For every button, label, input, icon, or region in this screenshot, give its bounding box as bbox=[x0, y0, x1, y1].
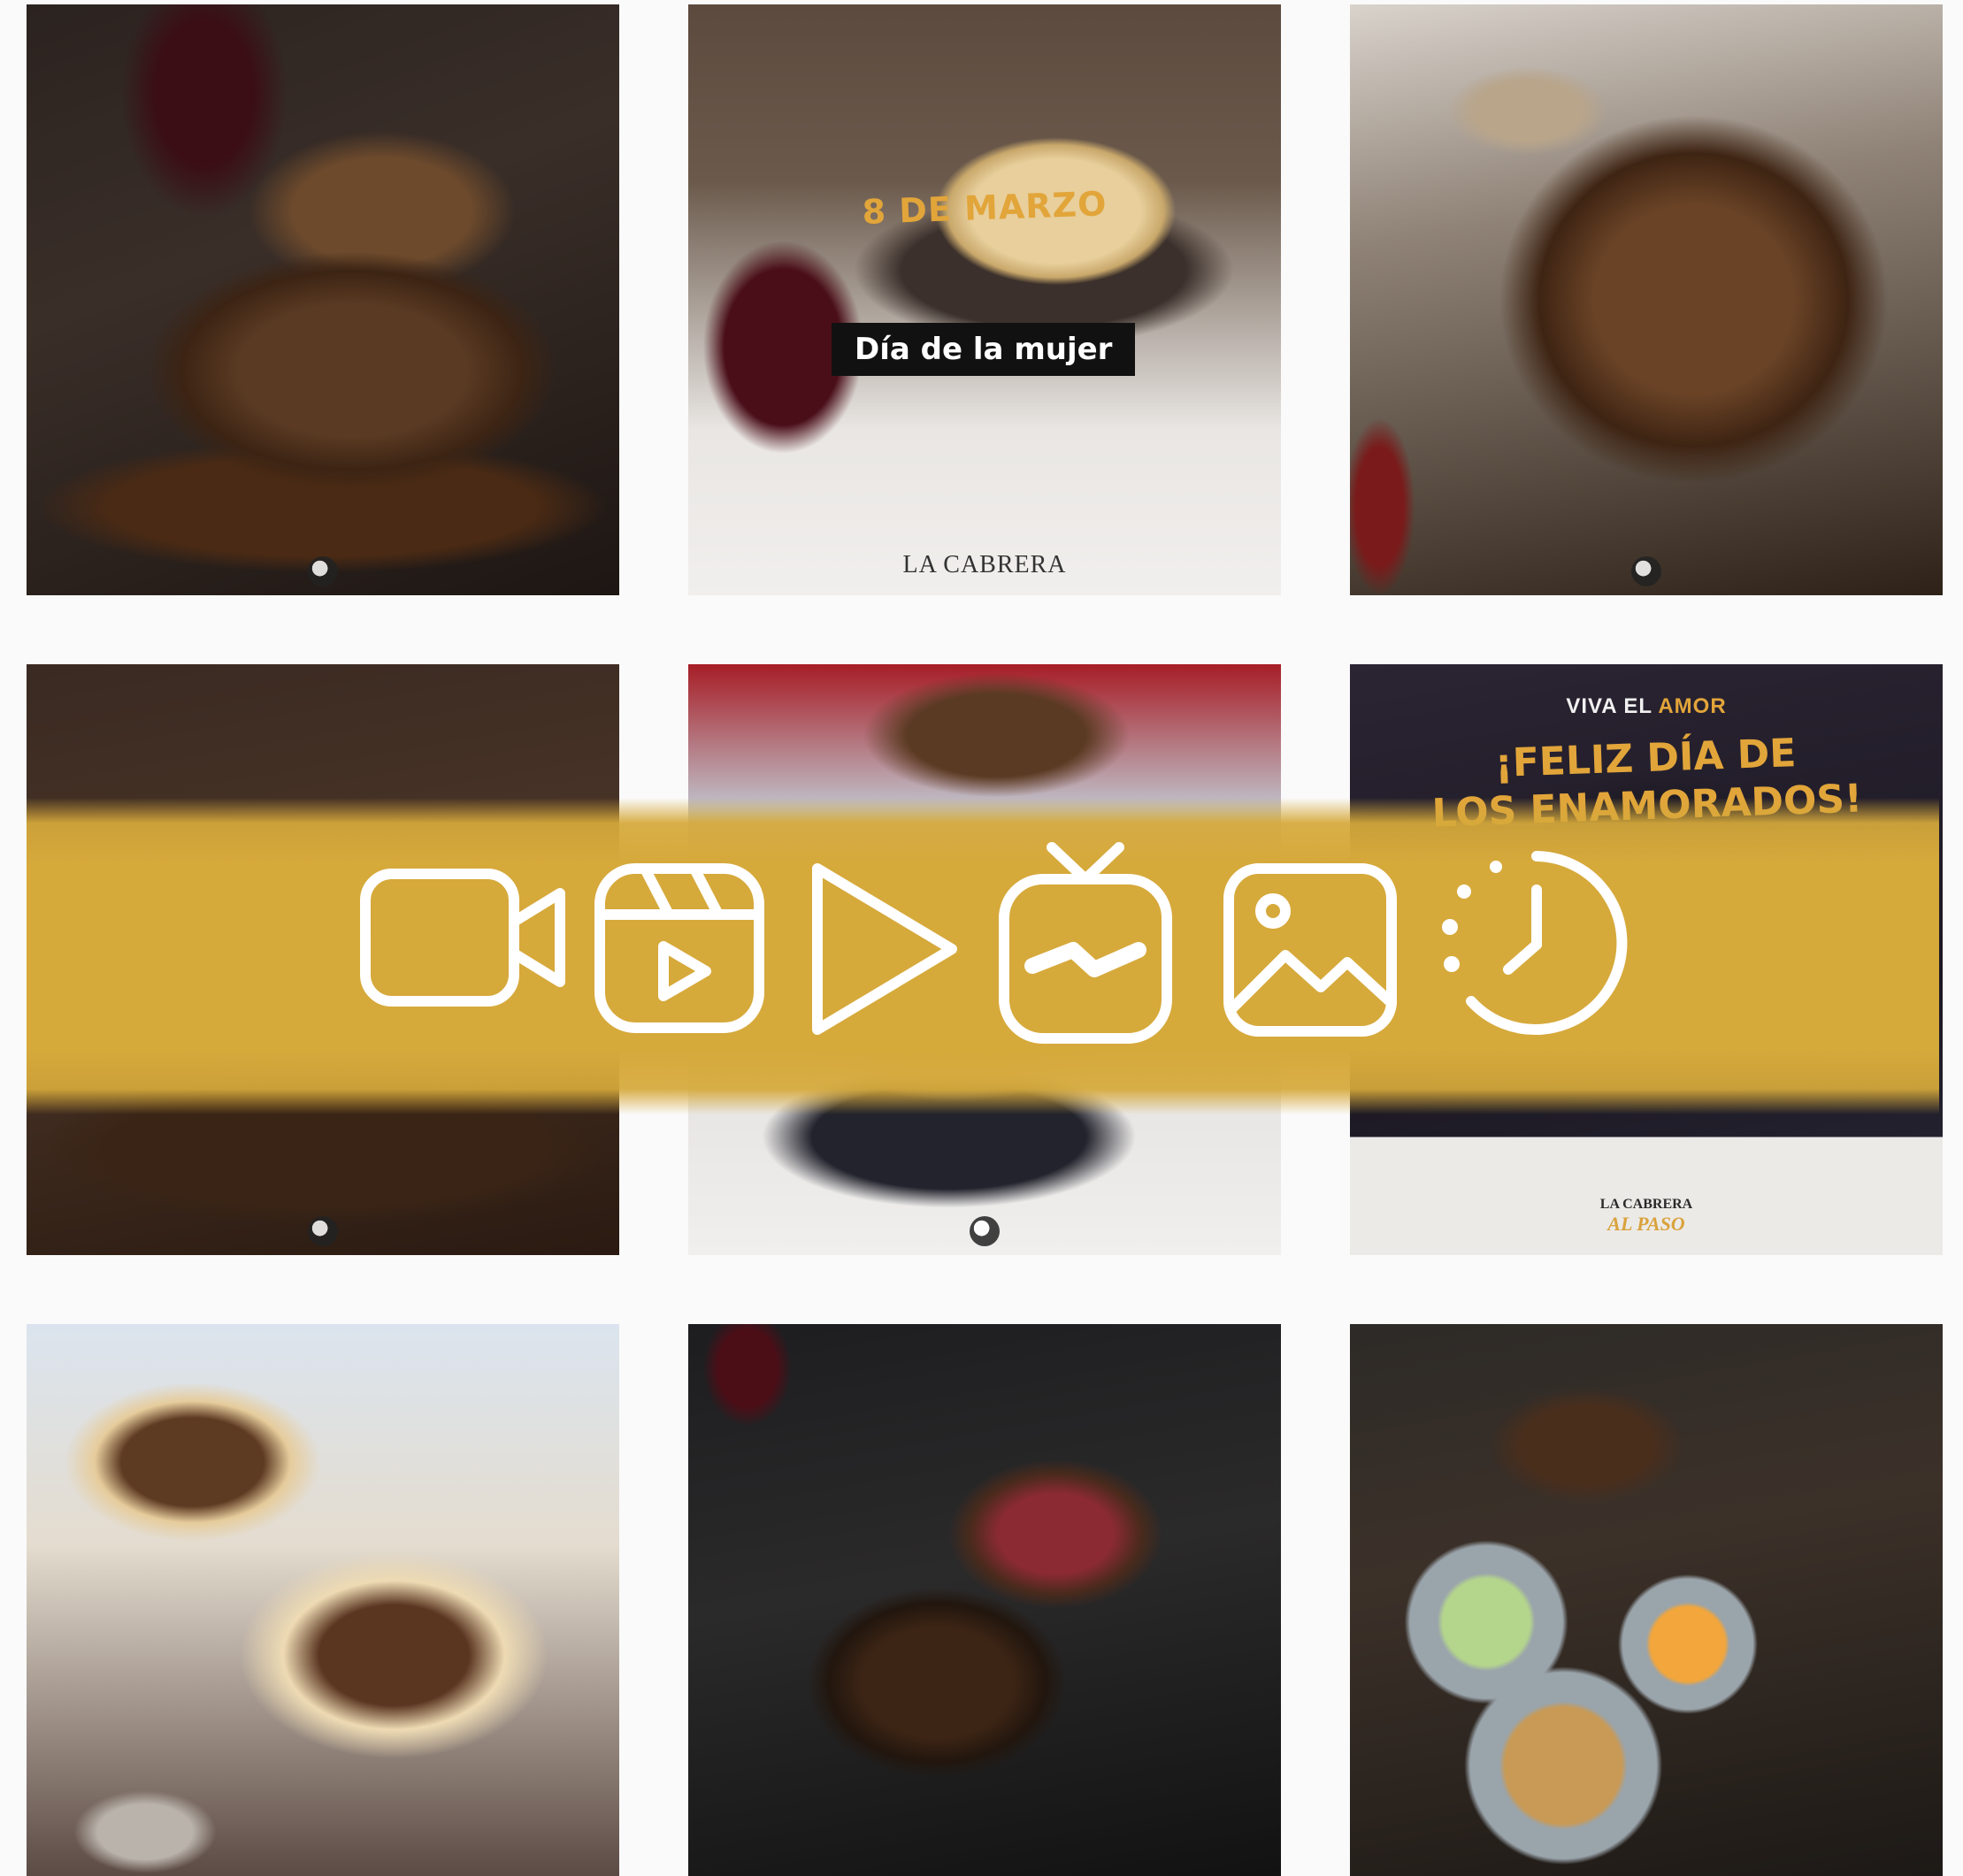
story-timer-icon[interactable] bbox=[1438, 846, 1641, 1040]
empanadas-photo bbox=[27, 1324, 619, 1876]
brand-logo-icon bbox=[970, 1216, 1000, 1246]
play-icon[interactable] bbox=[805, 856, 964, 1042]
reels-icon[interactable] bbox=[593, 861, 766, 1035]
brand-logo-icon bbox=[1631, 556, 1661, 586]
brand-name: LA CABRERA bbox=[902, 551, 1067, 578]
event-caption: Día de la mujer bbox=[832, 323, 1136, 376]
content-type-icons bbox=[358, 840, 1650, 1044]
igtv-icon[interactable] bbox=[997, 840, 1174, 1044]
post-tile-tenderloin[interactable] bbox=[688, 1324, 1281, 1876]
promo-tagline-prefix: VIVA EL bbox=[1566, 694, 1652, 718]
promo-tagline: VIVA EL AMOR bbox=[1350, 694, 1943, 719]
promo-brand: LA CABRERA AL PASO bbox=[1350, 1195, 1943, 1234]
promo-brand-sub: AL PASO bbox=[1607, 1213, 1685, 1235]
post-tile-sauces[interactable] bbox=[1350, 1324, 1943, 1876]
post-tile-dia-de-la-mujer[interactable]: 8 DE MARZO Día de la mujer LA CABRERA bbox=[688, 4, 1281, 595]
video-camera-icon[interactable] bbox=[358, 867, 571, 1008]
tenderloin-photo bbox=[688, 1324, 1281, 1876]
promo-tagline-accent: AMOR bbox=[1658, 694, 1727, 718]
post-tile-ribs[interactable] bbox=[1350, 4, 1943, 595]
empanada-photo bbox=[688, 4, 1281, 595]
steak-photo bbox=[27, 4, 619, 595]
content-types-banner bbox=[27, 798, 1939, 1114]
image-icon[interactable] bbox=[1222, 861, 1399, 1038]
post-tile-empanadas[interactable] bbox=[27, 1324, 619, 1876]
sauces-photo bbox=[1350, 1324, 1943, 1876]
brand-logo-icon bbox=[308, 556, 338, 586]
ribs-photo bbox=[1350, 4, 1943, 595]
brand-logo-icon bbox=[308, 1216, 338, 1246]
post-tile-steak[interactable] bbox=[27, 4, 619, 595]
promo-brand-name: LA CABRERA bbox=[1599, 1197, 1693, 1212]
